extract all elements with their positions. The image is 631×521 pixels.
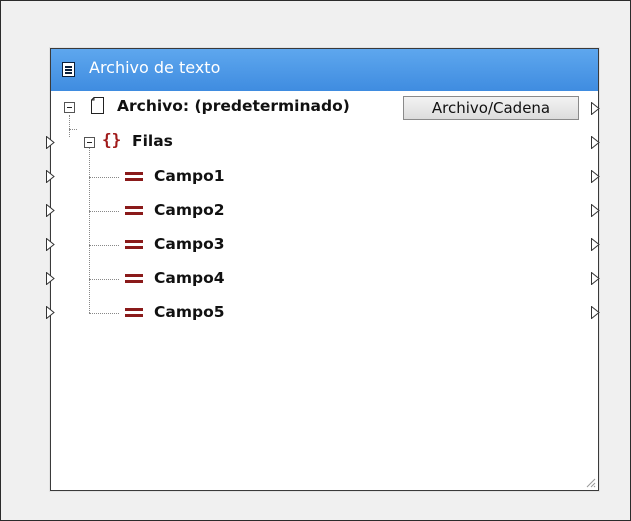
component-title: Archivo de texto [89,58,221,77]
root-file-label: Archivo: (predeterminado) [117,97,350,115]
field-icon [125,240,143,249]
tree-line-root [69,115,70,137]
field-label-campo2: Campo2 [154,201,225,219]
file-icon [91,97,104,114]
collapse-rows-icon[interactable] [84,137,95,148]
mapping-canvas: Archivo de texto Archivo: (predeterminad… [0,0,631,521]
field-label-campo5: Campo5 [154,303,225,321]
output-connector-icon[interactable] [591,306,600,319]
field-label-campo4: Campo4 [154,269,225,287]
rows-label: Filas [132,132,173,150]
tree-line-field-5 [89,313,119,314]
field-label-campo1: Campo1 [154,167,225,185]
output-connector-icon[interactable] [591,170,600,183]
input-connector-icon[interactable] [46,238,55,251]
field-icon [125,172,143,181]
tree-line-fields [89,147,90,313]
tree-line-field-2 [89,211,119,212]
input-connector-icon[interactable] [46,306,55,319]
output-connector-icon[interactable] [591,238,600,251]
tree-line-field-3 [89,245,119,246]
component-titlebar[interactable]: Archivo de texto [51,49,598,91]
output-connector-icon[interactable] [591,102,600,115]
tree-line-field-4 [89,279,119,280]
text-file-component[interactable]: Archivo de texto Archivo: (predeterminad… [46,48,600,491]
tree-line-field-1 [89,177,119,178]
output-connector-icon[interactable] [591,272,600,285]
file-string-button[interactable]: Archivo/Cadena [403,96,579,120]
field-icon [125,308,143,317]
input-connector-icon[interactable] [46,136,55,149]
input-connector-icon[interactable] [46,170,55,183]
field-icon [125,206,143,215]
output-connector-icon[interactable] [591,204,600,217]
resize-grip-icon[interactable] [584,476,596,488]
tree-line-root-branch [69,129,77,130]
text-file-icon [62,62,75,77]
output-connector-icon[interactable] [591,136,600,149]
field-icon [125,274,143,283]
field-label-campo3: Campo3 [154,235,225,253]
input-connector-icon[interactable] [46,204,55,217]
input-connector-icon[interactable] [46,272,55,285]
rows-group-icon: {} [102,130,122,149]
collapse-root-icon[interactable] [64,102,75,113]
